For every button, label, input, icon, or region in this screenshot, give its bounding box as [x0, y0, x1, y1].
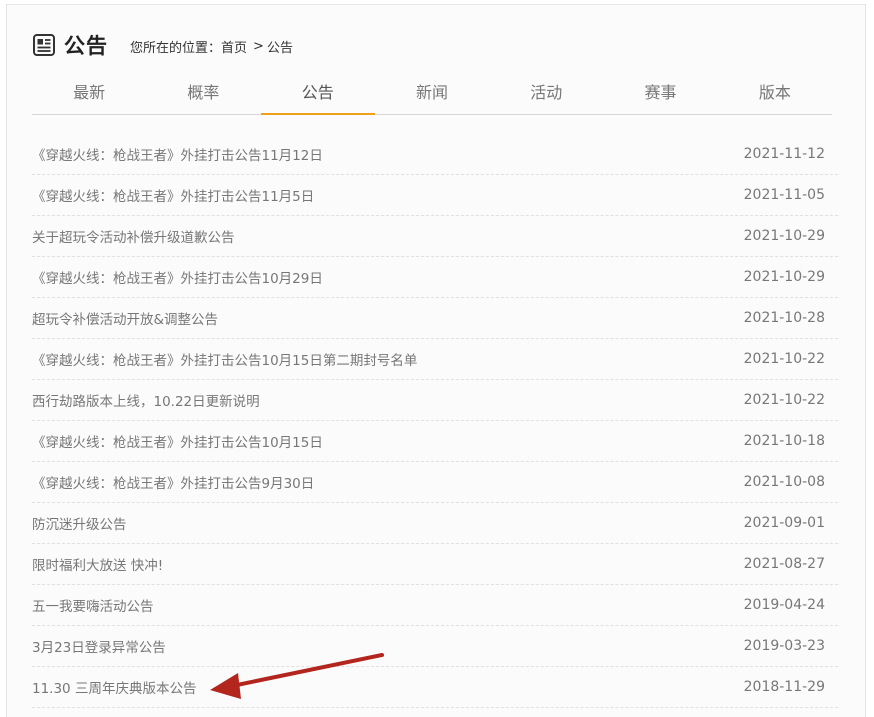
list-item: 《穿越火线：枪战王者》外挂打击公告10月15日 2021-10-18 — [32, 421, 838, 462]
announcement-date: 2021-10-22 — [743, 351, 825, 367]
breadcrumb: 您所在的位置： 首页 > 公告 — [130, 37, 293, 56]
list-item: 《穿越火线：枪战王者》外挂打击公告11月5日 2021-11-05 — [32, 175, 838, 216]
announcement-link[interactable]: 防沉迷升级公告 — [32, 513, 127, 533]
announcement-link[interactable]: 《穿越火线：枪战王者》外挂打击公告11月5日 — [32, 185, 314, 205]
list-item: 11.30 三周年庆典版本公告 2018-11-29 — [32, 667, 838, 708]
page-title: 公告 — [64, 34, 108, 58]
category-tabs: 最新 概率 公告 新闻 活动 赛事 版本 — [32, 72, 832, 115]
announcement-link[interactable]: 11.30 三周年庆典版本公告 — [32, 677, 196, 697]
list-item: 超玩令补偿活动开放&调整公告 2021-10-28 — [32, 298, 838, 339]
section-header: 公告 您所在的位置： 首页 > 公告 — [32, 30, 293, 60]
announcement-date: 2019-03-23 — [743, 638, 825, 654]
announcement-date: 2021-08-27 — [743, 556, 825, 572]
list-item: 防沉迷升级公告 2021-09-01 — [32, 503, 838, 544]
breadcrumb-current: 公告 — [266, 41, 293, 56]
list-item: 《穿越火线：枪战王者》外挂打击公告10月29日 2021-10-29 — [32, 257, 838, 298]
tab-tournaments[interactable]: 赛事 — [603, 72, 717, 114]
tab-news[interactable]: 新闻 — [375, 72, 489, 114]
announcement-date: 2021-10-29 — [743, 269, 825, 285]
announcement-link[interactable]: 限时福利大放送 快冲! — [32, 554, 163, 574]
announcement-link[interactable]: 超玩令补偿活动开放&调整公告 — [32, 308, 218, 328]
announcement-date: 2021-10-29 — [743, 228, 825, 244]
list-item: 《穿越火线：枪战王者》外挂打击公告9月30日 2021-10-08 — [32, 462, 838, 503]
list-item: 《穿越火线：枪战王者》外挂打击公告11月12日 2021-11-12 — [32, 134, 838, 175]
tab-latest[interactable]: 最新 — [32, 72, 146, 114]
list-item: 限时福利大放送 快冲! 2021-08-27 — [32, 544, 838, 585]
breadcrumb-separator: > — [253, 39, 264, 54]
announcement-link[interactable]: 《穿越火线：枪战王者》外挂打击公告10月15日 — [32, 431, 323, 451]
list-item: 3月23日登录异常公告 2019-03-23 — [32, 626, 838, 667]
announcement-link[interactable]: 《穿越火线：枪战王者》外挂打击公告9月30日 — [32, 472, 314, 492]
announcement-date: 2021-09-01 — [743, 515, 825, 531]
announcement-list: 《穿越火线：枪战王者》外挂打击公告11月12日 2021-11-12 《穿越火线… — [32, 134, 838, 708]
announcement-link[interactable]: 《穿越火线：枪战王者》外挂打击公告11月12日 — [32, 144, 323, 164]
announcement-date: 2021-10-18 — [743, 433, 825, 449]
announcement-date: 2021-10-28 — [743, 310, 825, 326]
list-item: 关于超玩令活动补偿升级道歉公告 2021-10-29 — [32, 216, 838, 257]
announcement-date: 2018-11-29 — [743, 679, 825, 695]
document-icon — [33, 34, 55, 56]
list-item: 《穿越火线：枪战王者》外挂打击公告10月15日第二期封号名单 2021-10-2… — [32, 339, 838, 380]
announcement-date: 2021-10-08 — [743, 474, 825, 490]
announcement-link[interactable]: 《穿越火线：枪战王者》外挂打击公告10月15日第二期封号名单 — [32, 349, 417, 369]
announcement-link[interactable]: 五一我要嗨活动公告 — [32, 595, 154, 615]
breadcrumb-home-link[interactable]: 首页 — [221, 37, 247, 56]
announcement-link[interactable]: 关于超玩令活动补偿升级道歉公告 — [32, 226, 235, 246]
list-item: 西行劫路版本上线，10.22日更新说明 2021-10-22 — [32, 380, 838, 421]
announcement-date: 2019-04-24 — [743, 597, 825, 613]
tab-versions[interactable]: 版本 — [718, 72, 832, 114]
announcement-date: 2021-11-12 — [743, 146, 825, 162]
announcement-link[interactable]: 《穿越火线：枪战王者》外挂打击公告10月29日 — [32, 267, 323, 287]
announcement-link[interactable]: 西行劫路版本上线，10.22日更新说明 — [32, 390, 260, 410]
announcement-link[interactable]: 3月23日登录异常公告 — [32, 636, 166, 656]
breadcrumb-label: 您所在的位置： — [130, 41, 222, 56]
announcement-date: 2021-10-22 — [743, 392, 825, 408]
tab-announcement[interactable]: 公告 — [260, 72, 376, 115]
list-item: 五一我要嗨活动公告 2019-04-24 — [32, 585, 838, 626]
tab-events[interactable]: 活动 — [489, 72, 603, 114]
tab-probability[interactable]: 概率 — [146, 72, 260, 114]
announcement-date: 2021-11-05 — [743, 187, 825, 203]
